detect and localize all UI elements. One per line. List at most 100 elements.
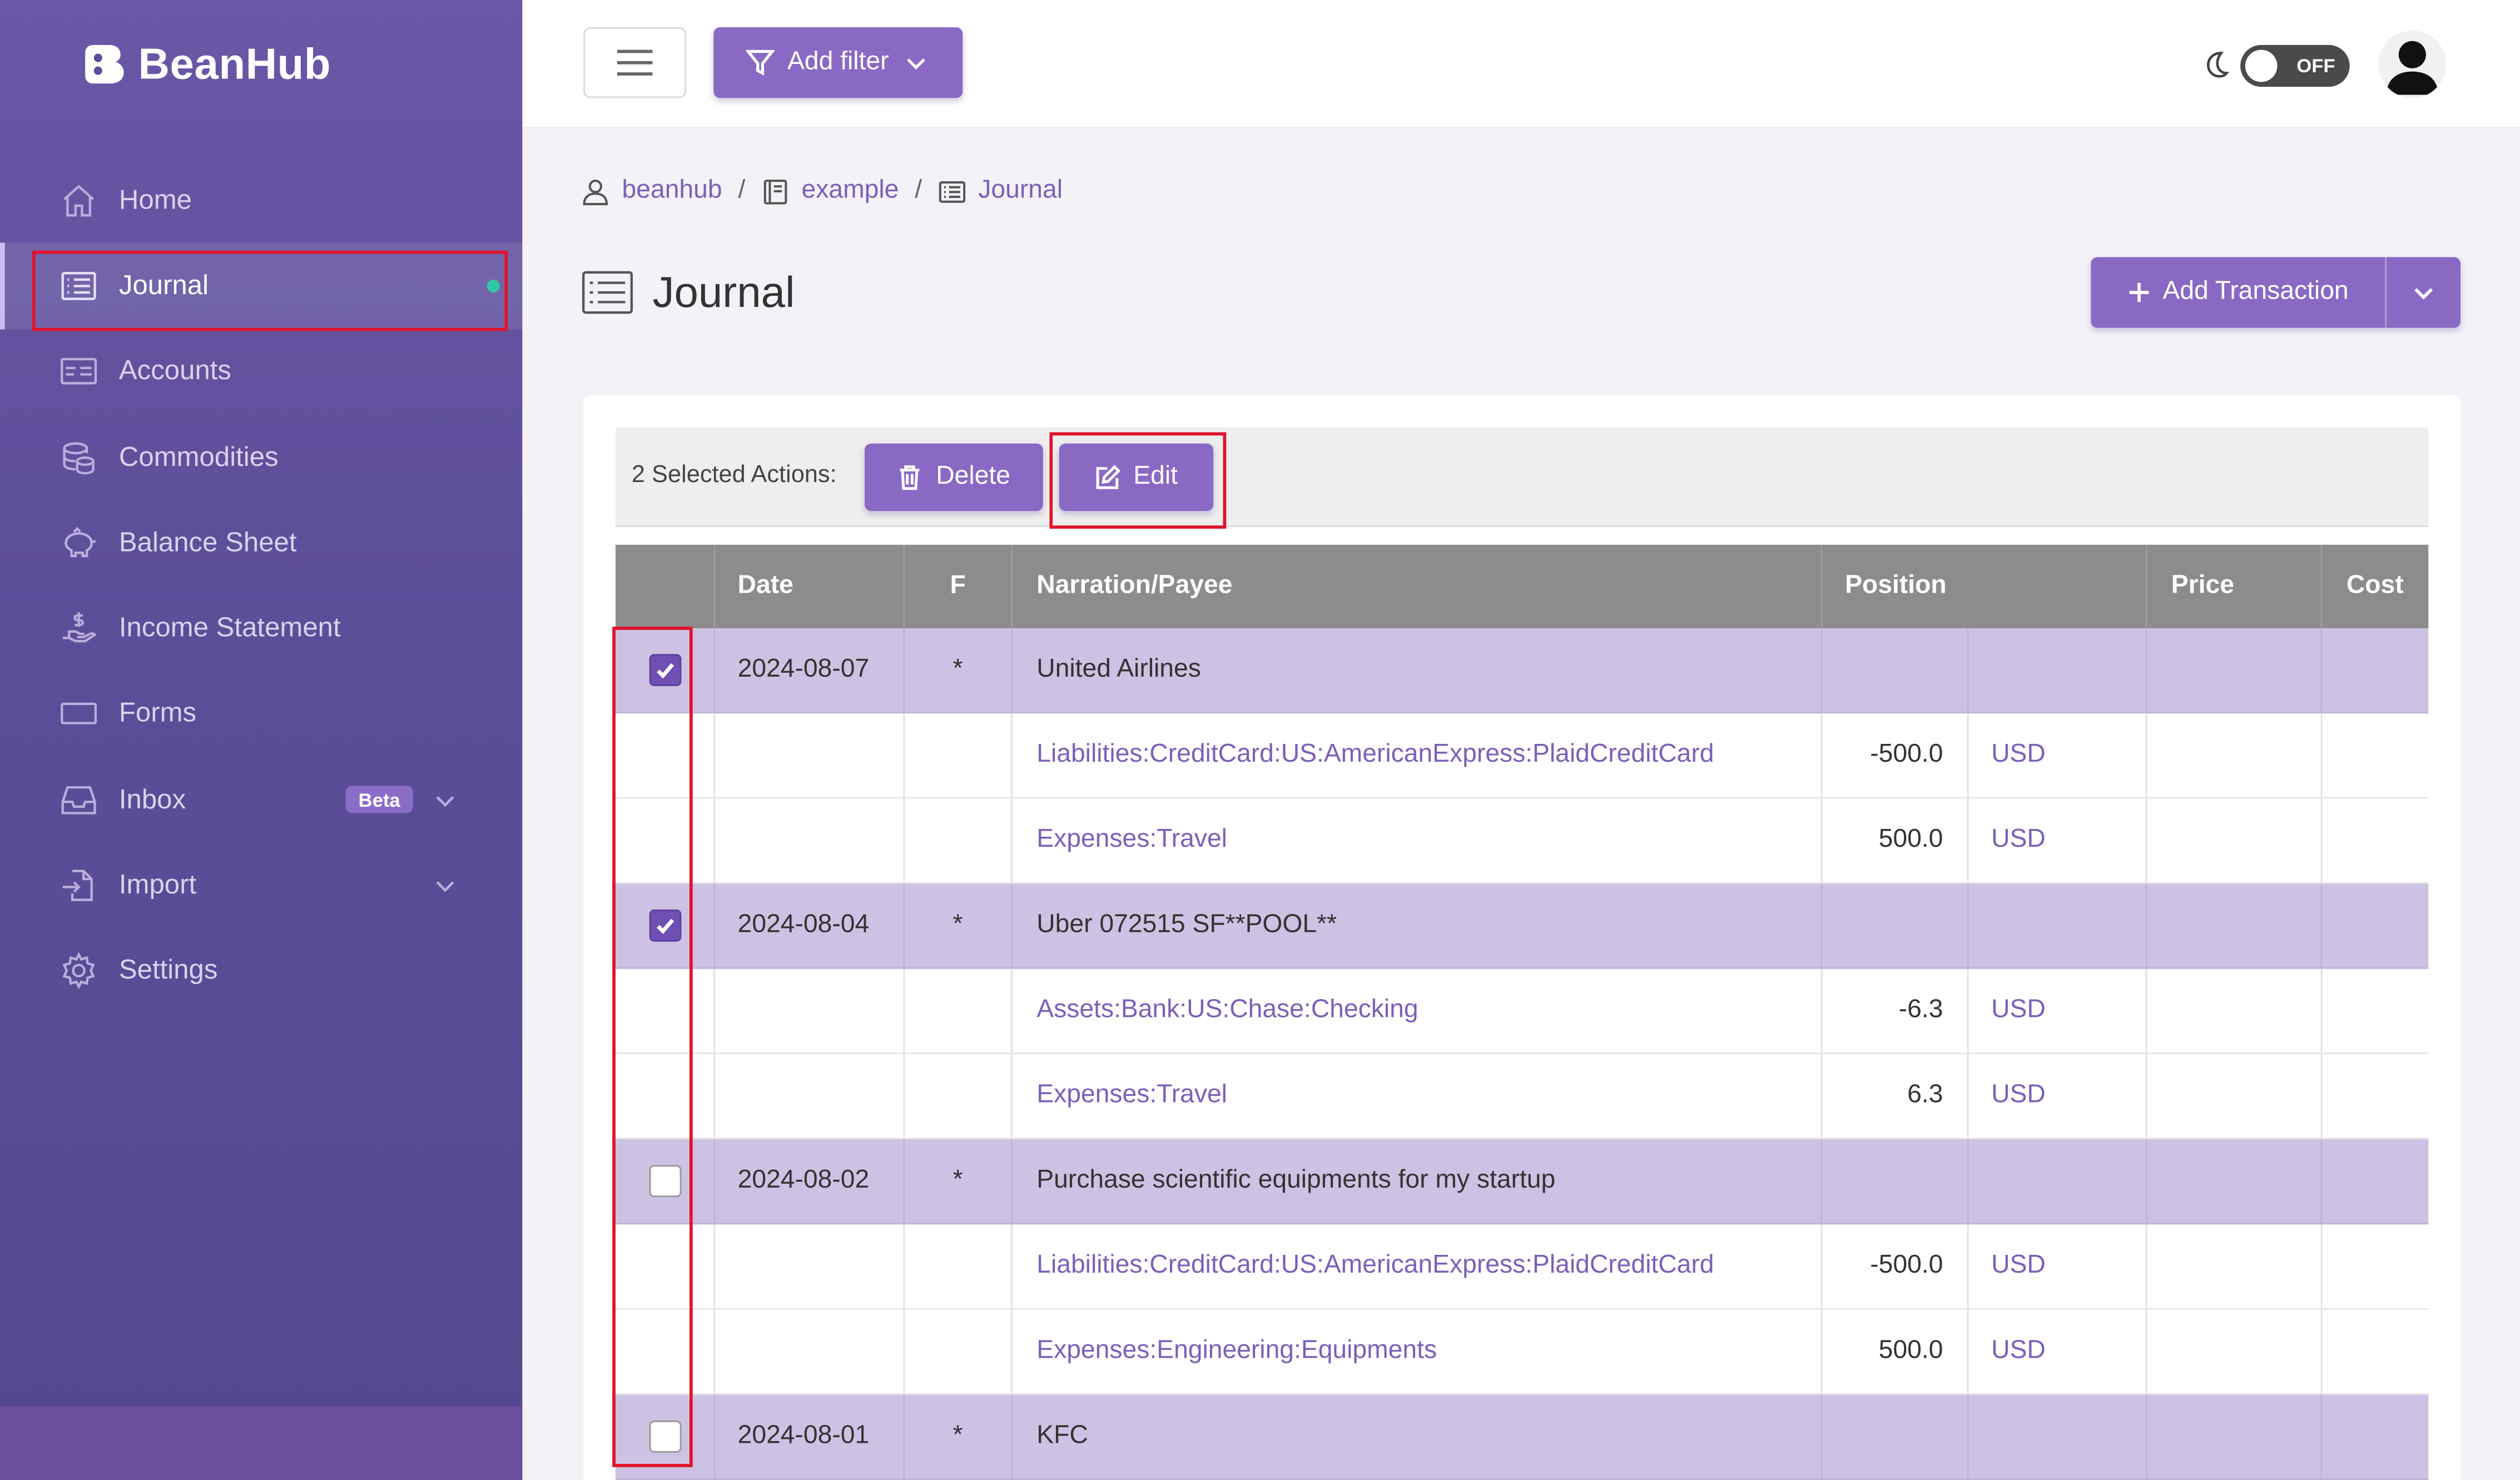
- account-link[interactable]: Liabilities:CreditCard:US:AmericanExpres…: [1013, 713, 1823, 797]
- flag-cell: [905, 1224, 1013, 1308]
- amount-cell: -500.0: [1823, 1224, 1969, 1308]
- sidebar-item-label: Balance Sheet: [118, 527, 297, 558]
- gear-icon: [58, 952, 100, 990]
- amount-cell: 500.0: [1823, 1309, 1969, 1393]
- position-cell: [1823, 1139, 1969, 1223]
- breadcrumb-repo[interactable]: example: [761, 177, 899, 206]
- cost-cell: [2322, 884, 2428, 967]
- amount-cell: 500.0: [1823, 798, 1969, 882]
- account-link[interactable]: Liabilities:CreditCard:US:AmericanExpres…: [1013, 1224, 1823, 1308]
- add-transaction-button[interactable]: Add Transaction: [2091, 257, 2387, 328]
- breadcrumb-separator: /: [915, 176, 922, 205]
- coins-icon: [58, 438, 100, 476]
- narration-cell: Uber 072515 SF**POOL**: [1013, 883, 1823, 967]
- flag-cell: *: [905, 1394, 1013, 1479]
- sidebar-item-home[interactable]: Home: [0, 157, 522, 243]
- delete-label: Delete: [936, 463, 1010, 490]
- add-transaction-dropdown[interactable]: [2387, 257, 2461, 327]
- currency-link[interactable]: USD: [1969, 798, 2147, 882]
- user-icon: [583, 178, 608, 205]
- price-cell: [2147, 713, 2323, 797]
- cost-cell: [2322, 1224, 2428, 1308]
- card-icon: [58, 352, 100, 391]
- trash-icon: [900, 465, 920, 490]
- add-filter-button[interactable]: Add filter: [713, 27, 963, 98]
- account-link[interactable]: Expenses:Travel: [1013, 798, 1823, 882]
- brand-name: BeanHub: [138, 39, 331, 88]
- transaction-row[interactable]: 2024-08-07 * United Airlines: [615, 628, 2429, 714]
- sidebar-item-label: Commodities: [118, 441, 279, 472]
- sidebar-item-accounts[interactable]: Accounts: [0, 329, 522, 414]
- transaction-row[interactable]: 2024-08-04 * Uber 072515 SF**POOL**: [615, 883, 2429, 969]
- transaction-row[interactable]: 2024-08-01 * KFC: [615, 1394, 2429, 1480]
- chevron-down-icon[interactable]: [434, 787, 456, 809]
- filter-icon: [745, 49, 775, 76]
- price-cell: [2147, 798, 2323, 882]
- breadcrumb-repo-label: example: [801, 176, 899, 205]
- account-link[interactable]: Assets:Bank:US:Chase:Checking: [1013, 969, 1823, 1053]
- flag-cell: [905, 969, 1013, 1053]
- account-link[interactable]: Expenses:Engineering:Equipments: [1013, 1309, 1823, 1393]
- sidebar-item-label: Home: [118, 184, 192, 215]
- posting-row: Expenses:Engineering:Equipments 500.0 US…: [615, 1309, 2429, 1395]
- flag-cell: [905, 713, 1013, 797]
- date-cell: [715, 798, 905, 882]
- flag-cell: [905, 798, 1013, 882]
- inbox-icon: [58, 781, 100, 819]
- date-cell: [715, 1309, 905, 1393]
- list-icon: [938, 180, 965, 202]
- breadcrumb-page-label: Journal: [978, 176, 1063, 205]
- amount-cell: -6.3: [1823, 969, 1969, 1053]
- flag-cell: *: [905, 883, 1013, 967]
- currency-link[interactable]: USD: [1969, 713, 2147, 797]
- price-cell: [2147, 969, 2323, 1053]
- journal-table: Date F Narration/Payee Position Price Co…: [615, 544, 2429, 1480]
- price-cell: [2147, 1139, 2323, 1223]
- sidebar-item-import[interactable]: Import: [0, 843, 522, 928]
- price-cell: [2147, 1394, 2323, 1479]
- cost-cell: [2322, 1395, 2428, 1478]
- flag-cell: *: [905, 1139, 1013, 1223]
- sidebar-item-inbox[interactable]: Inbox Beta: [0, 757, 522, 843]
- menu-toggle-button[interactable]: [583, 27, 687, 98]
- hamburger-icon: [617, 49, 653, 76]
- position-cell: [1823, 883, 1969, 967]
- account-link[interactable]: Expenses:Travel: [1013, 1054, 1823, 1138]
- chevron-down-icon[interactable]: [434, 873, 456, 896]
- sidebar-item-settings[interactable]: Settings: [0, 928, 522, 1014]
- bulk-actions-bar: 2 Selected Actions: Delete Edit: [615, 427, 2429, 528]
- cost-cell: [2322, 969, 2428, 1052]
- page-title: Journal: [582, 267, 795, 318]
- currency-cell: [1969, 883, 2147, 967]
- date-cell: [715, 969, 905, 1053]
- breadcrumb-page[interactable]: Journal: [938, 177, 1063, 206]
- currency-link[interactable]: USD: [1969, 1054, 2147, 1138]
- delete-button[interactable]: Delete: [864, 443, 1043, 511]
- currency-link[interactable]: USD: [1969, 969, 2147, 1053]
- journal-highlight-annotation: [32, 250, 508, 331]
- add-filter-label: Add filter: [787, 48, 889, 76]
- narration-cell: KFC: [1013, 1394, 1823, 1479]
- brand-logo[interactable]: BeanHub: [83, 36, 331, 93]
- moon-icon: [2202, 50, 2231, 79]
- sidebar-item-forms[interactable]: Forms: [0, 672, 522, 757]
- sidebar-item-balance-sheet[interactable]: Balance Sheet: [0, 500, 522, 585]
- transaction-row[interactable]: 2024-08-02 * Purchase scientific equipme…: [615, 1139, 2429, 1225]
- sidebar-item-commodities[interactable]: Commodities: [0, 414, 522, 500]
- avatar[interactable]: [2378, 30, 2447, 98]
- date-cell: [715, 1054, 905, 1138]
- date-cell: 2024-08-07: [715, 628, 905, 712]
- date-cell: 2024-08-01: [715, 1394, 905, 1479]
- cost-cell: [2322, 798, 2428, 882]
- posting-row: Assets:Bank:US:Chase:Checking -6.3 USD: [615, 969, 2429, 1055]
- sidebar-item-income-statement[interactable]: Income Statement: [0, 585, 522, 671]
- currency-cell: [1969, 1394, 2147, 1479]
- breadcrumb-user[interactable]: beanhub: [582, 177, 722, 206]
- currency-link[interactable]: USD: [1969, 1309, 2147, 1393]
- breadcrumb-separator: /: [738, 176, 746, 205]
- cost-cell: [2322, 628, 2428, 712]
- header-narration: Narration/Payee: [1013, 544, 1823, 629]
- dark-mode-toggle[interactable]: OFF: [2240, 44, 2350, 87]
- currency-link[interactable]: USD: [1969, 1224, 2147, 1308]
- page-title-text: Journal: [652, 267, 795, 316]
